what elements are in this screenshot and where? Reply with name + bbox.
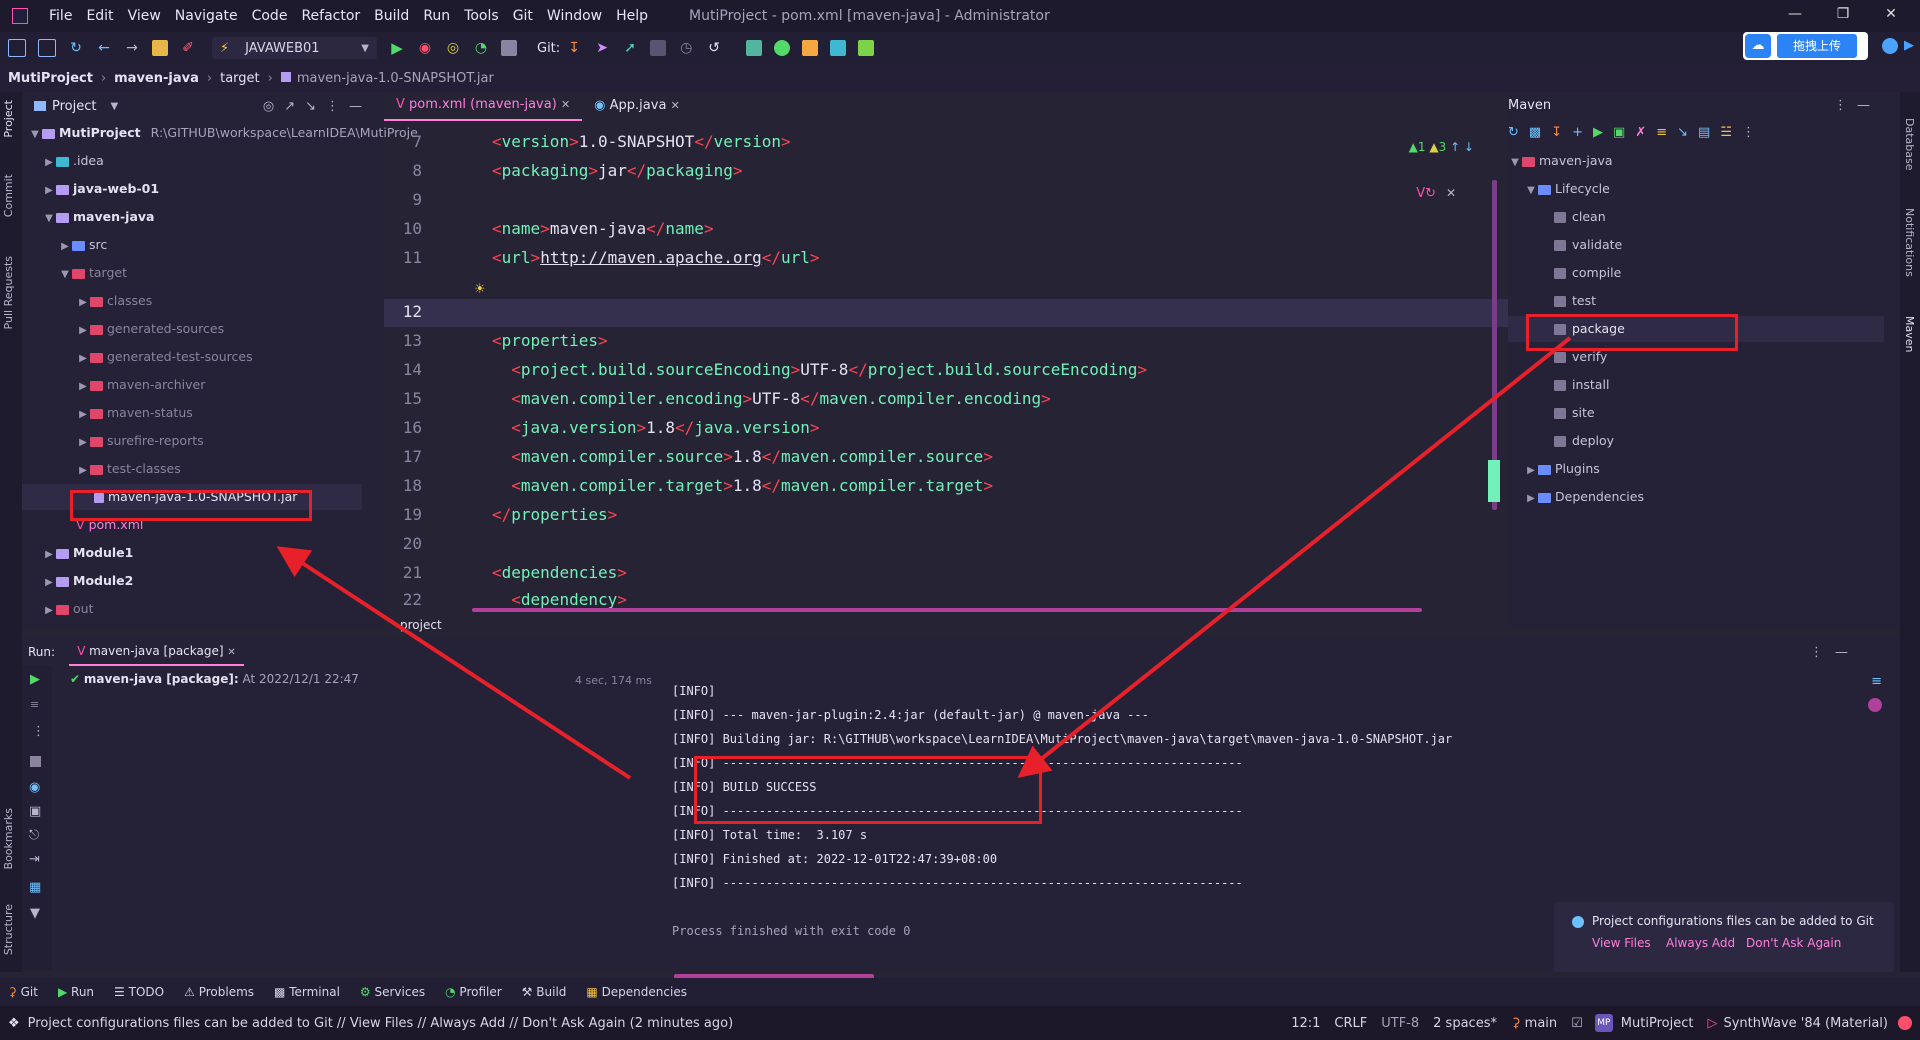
annotation-arrows <box>276 336 1572 780</box>
arrow-console-to-jar <box>276 546 632 780</box>
arrow-package-to-console <box>1017 336 1572 778</box>
